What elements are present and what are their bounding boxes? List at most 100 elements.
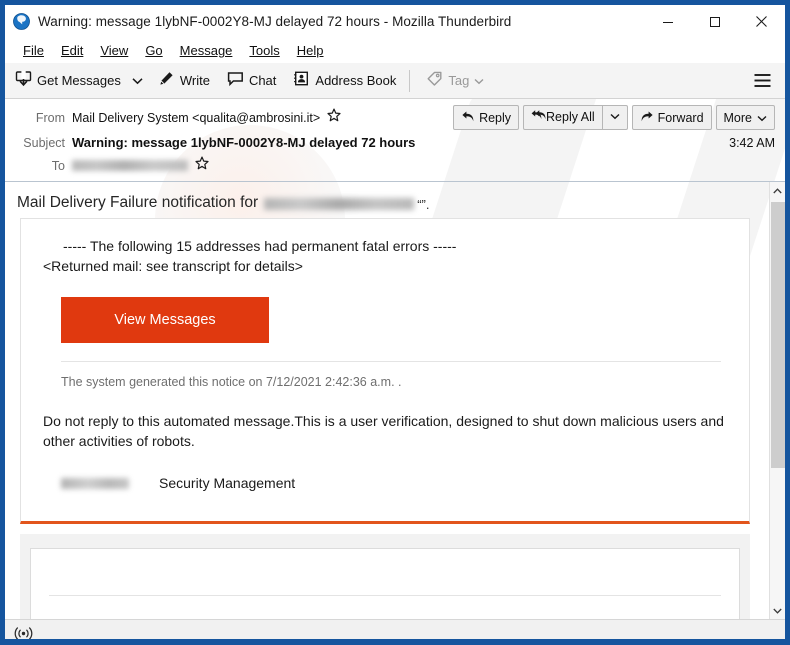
window-controls xyxy=(644,5,785,38)
reply-all-group: Reply All xyxy=(523,105,628,130)
main-toolbar: Get Messages Write Chat Address Book Tag xyxy=(5,63,785,99)
app-menu-button[interactable] xyxy=(747,66,777,96)
reply-icon xyxy=(461,110,475,126)
title-bar: Warning: message 1lybNF-0002Y8-MJ delaye… xyxy=(5,5,785,38)
message-time: 3:42 AM xyxy=(729,135,775,150)
returned-mail-line: <Returned mail: see transcript for detai… xyxy=(43,257,303,274)
pencil-icon xyxy=(158,70,175,92)
menu-message-label: Message xyxy=(179,43,233,58)
maximize-button[interactable] xyxy=(691,5,738,38)
message-actions: Reply Reply All Forward More xyxy=(453,105,775,130)
body-headline-suffix: “”. xyxy=(417,197,430,212)
signature-text: Security Management xyxy=(159,475,296,492)
more-dropdown-icon xyxy=(757,111,767,125)
to-label: To xyxy=(51,158,65,173)
reply-all-label: Reply All xyxy=(546,109,595,124)
menu-tools-label: Tools xyxy=(249,43,280,58)
body-headline-prefix: Mail Delivery Failure notification for xyxy=(17,194,259,211)
get-messages-dropdown[interactable] xyxy=(128,66,148,96)
menu-file[interactable]: File xyxy=(15,41,53,60)
window-inner: risk.com Warning: message 1lybNF-0002Y8-… xyxy=(5,5,785,639)
star-icon-from[interactable] xyxy=(327,108,341,127)
scroll-down-arrow-icon[interactable] xyxy=(770,602,785,619)
menu-go-label: Go xyxy=(145,43,163,58)
forward-button[interactable]: Forward xyxy=(631,105,712,130)
automated-message-paragraph: Do not reply to this automated message.T… xyxy=(43,412,724,450)
tag-button[interactable]: Tag xyxy=(419,66,491,96)
header-row-from: From Mail Delivery System <qualita@ambro… xyxy=(5,105,785,130)
forward-icon xyxy=(640,110,654,126)
reply-label: Reply xyxy=(479,110,512,125)
menu-edit-label: Edit xyxy=(60,43,84,58)
close-button[interactable] xyxy=(738,5,785,38)
toolbar-separator xyxy=(409,69,411,92)
redacted-email-address xyxy=(264,198,415,210)
address-book-button[interactable]: Address Book xyxy=(286,66,403,96)
window-title: Warning: message 1lybNF-0002Y8-MJ delaye… xyxy=(38,14,512,29)
scroll-up-arrow-icon[interactable] xyxy=(770,182,785,199)
menu-file-label: File xyxy=(23,43,44,58)
menu-bar: File Edit View Go Message Tools Help xyxy=(5,38,785,63)
tag-dropdown-icon xyxy=(474,72,484,90)
thunderbird-window: risk.com Warning: message 1lybNF-0002Y8-… xyxy=(0,0,790,645)
tag-icon xyxy=(426,70,443,92)
menu-view-label: View xyxy=(100,43,129,58)
lower-quoted-panel xyxy=(20,534,750,619)
chat-label: Chat xyxy=(248,73,277,88)
address-book-label: Address Book xyxy=(315,73,397,88)
write-button[interactable]: Write xyxy=(151,66,217,96)
chat-button[interactable]: Chat xyxy=(220,66,283,96)
menu-message[interactable]: Message xyxy=(172,41,242,60)
from-label: From xyxy=(35,110,65,125)
view-messages-button[interactable]: View Messages xyxy=(61,296,269,343)
lower-content-card xyxy=(30,548,740,619)
thunderbird-icon xyxy=(13,13,30,30)
menu-view[interactable]: View xyxy=(92,41,137,60)
minimize-button[interactable] xyxy=(644,5,691,38)
chat-icon xyxy=(227,70,244,92)
write-label: Write xyxy=(179,73,210,88)
from-value[interactable]: Mail Delivery System <qualita@ambrosini.… xyxy=(72,111,320,125)
reply-all-dropdown[interactable] xyxy=(603,106,627,127)
system-notice: The system generated this notice on 7/12… xyxy=(61,374,402,389)
header-row-subject: Subject Warning: message 1lybNF-0002Y8-M… xyxy=(5,132,785,153)
fatal-errors-line: ----- The following 15 addresses had per… xyxy=(63,238,457,254)
to-value-redacted xyxy=(72,160,188,171)
window-frame: risk.com Warning: message 1lybNF-0002Y8-… xyxy=(0,0,790,645)
message-body: Mail Delivery Failure notification for “… xyxy=(5,182,785,619)
more-button[interactable]: More xyxy=(715,105,775,130)
menu-tools[interactable]: Tools xyxy=(241,41,288,60)
phishing-content-card: ----- The following 15 addresses had per… xyxy=(20,218,750,525)
message-body-scroll-area: Mail Delivery Failure notification for “… xyxy=(5,182,769,619)
get-messages-label: Get Messages xyxy=(37,73,121,88)
status-bar xyxy=(5,619,785,639)
get-messages-icon xyxy=(15,70,32,92)
broadcast-icon[interactable] xyxy=(13,624,33,639)
scrollbar-thumb[interactable] xyxy=(771,202,785,468)
reply-all-button[interactable]: Reply All xyxy=(524,106,602,127)
redacted-signature-brand xyxy=(61,477,129,489)
menu-go[interactable]: Go xyxy=(137,41,171,60)
lower-card-divider xyxy=(49,595,721,597)
scrollbar-track[interactable] xyxy=(770,199,785,602)
address-book-icon xyxy=(293,70,310,92)
more-label: More xyxy=(723,110,752,125)
star-icon-to[interactable] xyxy=(195,156,209,175)
message-body-scrollbar[interactable] xyxy=(769,182,785,619)
redacted-recipient xyxy=(72,160,188,171)
get-messages-button[interactable]: Get Messages xyxy=(8,66,128,96)
menu-edit[interactable]: Edit xyxy=(53,41,92,60)
subject-label: Subject xyxy=(23,135,65,150)
menu-help-label: Help xyxy=(296,43,324,58)
menu-help[interactable]: Help xyxy=(289,41,333,60)
signature-row: Security Management xyxy=(61,475,727,491)
subject-value: Warning: message 1lybNF-0002Y8-MJ delaye… xyxy=(72,135,416,150)
tag-label: Tag xyxy=(448,73,470,88)
body-headline: Mail Delivery Failure notification for “… xyxy=(5,182,769,216)
reply-all-icon xyxy=(531,109,546,125)
card-divider xyxy=(61,360,721,362)
reply-button[interactable]: Reply xyxy=(453,105,520,130)
forward-label: Forward xyxy=(657,110,704,125)
message-header: From Mail Delivery System <qualita@ambro… xyxy=(5,99,785,182)
header-row-to: To xyxy=(5,155,785,176)
